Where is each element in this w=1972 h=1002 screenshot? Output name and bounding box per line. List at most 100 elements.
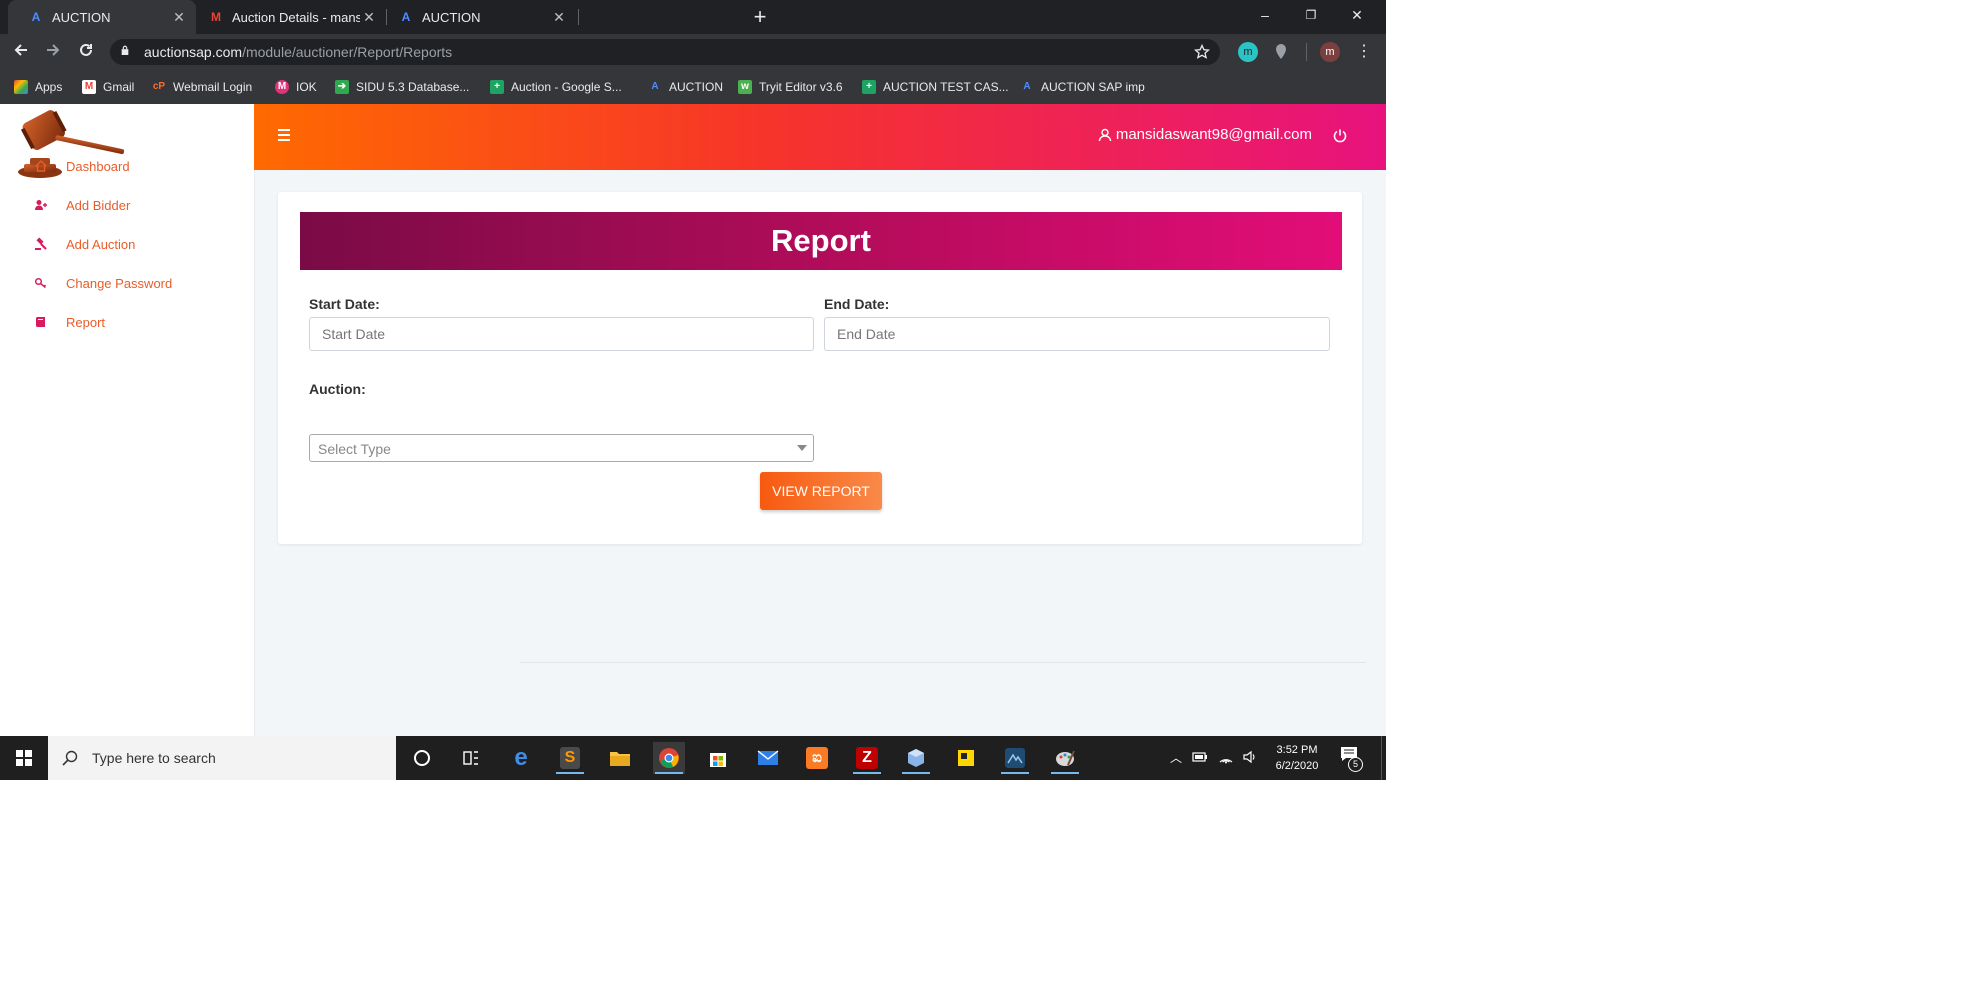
mysql-workbench-icon[interactable] xyxy=(999,742,1031,774)
location-pin-icon[interactable] xyxy=(1274,43,1288,61)
bookmark-label: Gmail xyxy=(103,80,135,94)
mail-icon[interactable] xyxy=(752,742,784,774)
sublime-text-icon[interactable]: S xyxy=(554,742,586,774)
task-view-icon[interactable] xyxy=(455,742,487,774)
windows-start-icon[interactable] xyxy=(0,736,48,780)
view-report-button[interactable]: VIEW REPORT xyxy=(760,472,882,510)
action-center[interactable]: 5 xyxy=(1340,746,1363,772)
sidebar-item-add-auction[interactable]: Add Auction xyxy=(34,233,135,255)
browser-tab-auction-2[interactable]: A AUCTION ✕ xyxy=(388,0,576,34)
gmail-favicon-icon: M xyxy=(211,10,221,24)
back-button[interactable] xyxy=(9,40,33,64)
user-icon xyxy=(1098,128,1112,141)
tab-title: AUCTION xyxy=(52,9,111,25)
forward-button[interactable] xyxy=(41,40,65,64)
xampp-icon[interactable]: ಐ xyxy=(801,742,833,774)
sidebar-item-add-bidder[interactable]: Add Bidder xyxy=(34,194,130,216)
footer-divider xyxy=(520,662,1366,663)
url-path: /module/auctioner/Report/Reports xyxy=(242,44,453,60)
bookmark-google-sheets[interactable]: + Auction - Google S... xyxy=(490,78,622,96)
sidebar-item-label: Change Password xyxy=(66,275,173,291)
address-bar[interactable]: auctionsap.com/module/auctioner/Report/R… xyxy=(110,39,1220,65)
sidebar-item-label: Add Auction xyxy=(66,236,136,252)
bookmark-label: Webmail Login xyxy=(173,80,253,94)
window-close-button[interactable]: ✕ xyxy=(1334,0,1380,30)
sidebar-item-report[interactable]: Report xyxy=(34,311,105,333)
key-icon xyxy=(34,277,47,289)
hamburger-menu-icon[interactable] xyxy=(278,129,292,141)
store-icon[interactable] xyxy=(702,742,734,774)
user-account[interactable]: mansidaswant98@gmail.com xyxy=(1098,126,1312,143)
close-icon[interactable]: ✕ xyxy=(550,9,568,26)
report-title-banner: Report xyxy=(300,212,1342,270)
file-explorer-icon[interactable] xyxy=(604,742,636,774)
user-email: mansidaswant98@gmail.com xyxy=(1115,126,1312,143)
bookmark-auction-test[interactable]: + AUCTION TEST CAS... xyxy=(862,78,1009,96)
battery-icon[interactable] xyxy=(1192,751,1208,763)
sidebar-item-label: Add Bidder xyxy=(66,197,131,213)
virtualbox-icon[interactable] xyxy=(900,742,932,774)
search-icon xyxy=(62,750,78,766)
bookmark-webmail[interactable]: cP Webmail Login xyxy=(152,78,252,96)
bookmark-auction[interactable]: A AUCTION xyxy=(648,78,723,96)
tab-title: Auction Details - mansidaswant98 xyxy=(232,9,360,25)
sidebar-item-change-password[interactable]: Change Password xyxy=(34,272,172,294)
book-icon xyxy=(35,317,45,327)
wifi-icon[interactable] xyxy=(1218,750,1234,764)
url-host: auctionsap.com xyxy=(144,44,243,60)
cpanel-icon: cP xyxy=(152,81,166,92)
bookmark-label: IOK xyxy=(296,80,317,94)
user-plus-icon xyxy=(35,200,47,210)
bookmark-gmail[interactable]: M Gmail xyxy=(82,78,134,96)
bookmark-label: AUCTION TEST CAS... xyxy=(883,80,1009,94)
filezilla-icon[interactable]: Z xyxy=(851,742,883,774)
reload-button[interactable] xyxy=(74,40,98,64)
cortana-icon[interactable] xyxy=(406,742,438,774)
close-icon[interactable]: ✕ xyxy=(170,9,188,26)
tab-divider xyxy=(578,9,579,25)
auction-type-select[interactable]: Select Type xyxy=(309,434,814,462)
sticky-notes-icon[interactable] xyxy=(950,742,982,774)
chrome-icon[interactable] xyxy=(653,742,685,774)
edge-icon[interactable]: e xyxy=(505,742,537,774)
sidu-icon: ➔ xyxy=(335,80,349,94)
gavel-icon xyxy=(35,237,47,250)
browser-tab-auction[interactable]: A AUCTION ✕ xyxy=(8,0,196,34)
bookmark-label: AUCTION SAP imp xyxy=(1041,80,1145,94)
start-date-input[interactable] xyxy=(309,317,814,351)
chevron-up-icon[interactable]: ︿ xyxy=(1170,749,1182,766)
extension-icon[interactable]: m xyxy=(1238,42,1258,62)
profile-avatar[interactable]: m xyxy=(1320,42,1340,62)
home-icon xyxy=(35,160,47,172)
volume-icon[interactable] xyxy=(1242,750,1258,764)
bookmark-apps[interactable]: Apps xyxy=(14,78,62,96)
minimize-button[interactable]: – xyxy=(1242,0,1288,30)
bookmark-label: Auction - Google S... xyxy=(511,80,622,94)
start-date-label: Start Date: xyxy=(309,296,380,312)
bookmark-auction-sap[interactable]: A AUCTION SAP imp xyxy=(1020,78,1145,96)
star-icon[interactable] xyxy=(1194,44,1210,60)
taskbar-search[interactable]: Type here to search xyxy=(48,736,396,780)
end-date-label: End Date: xyxy=(824,296,890,312)
power-logout-icon[interactable] xyxy=(1332,128,1348,144)
tryit-icon: w xyxy=(738,80,752,94)
bookmark-iok[interactable]: M IOK xyxy=(275,78,317,96)
system-clock[interactable]: 3:52 PM 6/2/2020 xyxy=(1262,742,1332,774)
notification-count-badge: 5 xyxy=(1348,757,1363,772)
bookmark-sidu[interactable]: ➔ SIDU 5.3 Database... xyxy=(335,78,469,96)
auction-label: Auction: xyxy=(309,381,366,397)
menu-kebab-icon[interactable]: ⋮ xyxy=(1356,42,1372,62)
sheets-icon: + xyxy=(862,80,876,94)
restore-button[interactable]: ❐ xyxy=(1288,0,1334,30)
paint-icon[interactable] xyxy=(1049,742,1081,774)
sidebar-item-dashboard[interactable]: Dashboard xyxy=(34,155,130,177)
lock-icon xyxy=(121,45,129,55)
show-desktop-button[interactable] xyxy=(1381,736,1386,780)
browser-tab-auction-details[interactable]: M Auction Details - mansidaswant98 ✕ xyxy=(198,0,386,34)
close-icon[interactable]: ✕ xyxy=(360,9,378,26)
end-date-input[interactable] xyxy=(824,317,1330,351)
sidebar-item-label: Report xyxy=(66,314,106,330)
search-placeholder: Type here to search xyxy=(92,750,216,766)
bookmark-tryit[interactable]: w Tryit Editor v3.6 xyxy=(738,78,843,96)
new-tab-button[interactable]: + xyxy=(747,4,773,30)
